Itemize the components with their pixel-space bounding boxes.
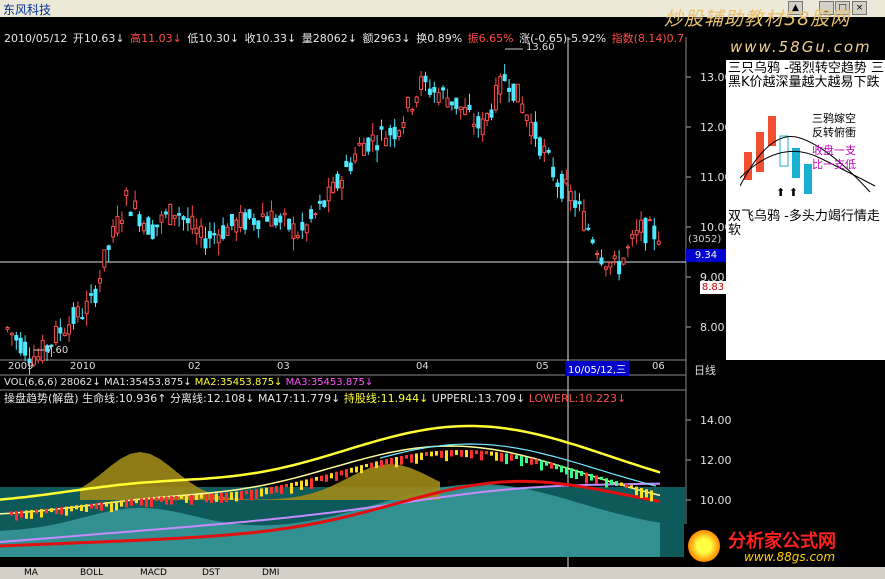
stat-volume: 量28062↓ <box>301 32 357 45</box>
crosshair-date-tag: 10/05/12,三 <box>565 361 630 376</box>
tab-macd[interactable]: MACD <box>140 567 167 579</box>
indicator-row: 操盘趋势(解盘) 生命线:10.936↑ 分离线:12.108↓ MA17:11… <box>4 390 626 406</box>
ind-hold-line: 持股线:11.944↓ <box>343 392 429 405</box>
tab-ma[interactable]: MA <box>24 567 38 579</box>
date-tick: 2010 <box>70 361 96 372</box>
sun-icon <box>688 530 720 562</box>
legend-b: 反转俯衝 <box>812 126 856 139</box>
stat-close: 收10.33↓ <box>244 32 297 45</box>
stat-index: 指数(8.14)0.7 <box>611 32 685 45</box>
logo-url: www.88gs.com <box>744 550 836 564</box>
crosshair-price-tag: 9.34 <box>686 249 726 262</box>
indicator-tabs: MA BOLL MACD DST DMI <box>0 567 885 579</box>
date-tick: 06 <box>652 361 665 372</box>
date-tick: 2009 <box>8 361 34 372</box>
close-button[interactable]: × <box>852 1 867 15</box>
date-tick: 05 <box>536 361 549 372</box>
stat-date: 2010/05/12 <box>4 32 68 45</box>
stat-turnover: 换0.89% <box>416 32 463 45</box>
vol-ma2: MA2:35453.875↓ <box>194 377 283 388</box>
vol-ma3: MA3:35453.875↓ <box>285 377 374 388</box>
svg-text:⬆ ⬆: ⬆ ⬆ <box>776 186 798 199</box>
ind-split-line: 分离线:12.108↓ <box>170 392 255 405</box>
price-axis-ticks <box>686 76 691 328</box>
legend-a: 三鸦嫁空 <box>812 112 856 125</box>
ind-life-line: 生命线:10.936↑ <box>82 392 167 405</box>
vol-ma1: MA1:35453.875↓ <box>103 377 192 388</box>
peak-label: 13.60 <box>526 42 555 53</box>
ind-name: 操盘趋势(解盘) <box>4 392 79 405</box>
price-tick: 8.00 <box>700 321 725 334</box>
stat-amplitude: 振6.65% <box>467 32 514 45</box>
tab-dst[interactable]: DST <box>202 567 220 579</box>
stat-low: 低10.30↓ <box>187 32 240 45</box>
ind-upperl: UPPERL:13.709↓ <box>431 392 526 405</box>
ohlc-stats: 2010/05/12 开10.63↓ 高11.03↓ 低10.30↓ 收10.3… <box>4 30 686 46</box>
site-logo: 分析家公式网 www.88gs.com <box>684 524 885 567</box>
ind-tick: 14.00 <box>700 414 732 427</box>
stock-code-tag: (3052) <box>688 234 722 245</box>
pattern-illustration: ⬆ ⬆ <box>740 116 876 199</box>
ind-tick: 10.00 <box>700 494 732 507</box>
trough-label: 7.60 <box>46 345 69 356</box>
stat-open: 开10.63↓ <box>72 32 125 45</box>
last-price-tag: 8.83 <box>700 281 726 294</box>
date-tick: 04 <box>416 361 429 372</box>
vol-value: 28062↓ <box>60 377 101 388</box>
pattern2-text: 双飞乌鸦 -多头力竭行情走软 <box>728 209 880 238</box>
ind-lowerl: LOWERL:10.223↓ <box>528 392 627 405</box>
tab-boll[interactable]: BOLL <box>80 567 103 579</box>
tab-dmi[interactable]: DMI <box>262 567 279 579</box>
stat-amount: 额2963↓ <box>362 32 411 45</box>
volume-row: VOL(6,6,6) 28062↓ MA1:35453.875↓ MA2:354… <box>4 377 373 388</box>
pattern-panel: 三只乌鸦 -强烈转空趋势 三黑K价越深量越大越易下跌 ⬆ ⬆ 三鸦嫁空 反转俯衝… <box>726 60 885 360</box>
stock-name: 东风科技 <box>3 3 52 17</box>
indicator-pane <box>0 424 686 557</box>
pattern1-text: 三只乌鸦 -强烈转空趋势 三黑K价越深量越大越易下跌 <box>728 61 884 90</box>
candlestick-series <box>5 64 661 375</box>
legend-d: 比一支低 <box>812 158 856 171</box>
stat-high: 高11.03↓ <box>130 32 182 45</box>
ind-ma17: MA17:11.779↓ <box>257 392 341 405</box>
indicator-axis-ticks <box>686 419 691 501</box>
watermark-title: 炒股辅助教材58股网 <box>664 8 851 30</box>
watermark-url: www.58Gu.com <box>730 38 872 56</box>
date-tick: 03 <box>277 361 290 372</box>
period-selector[interactable]: 日线 <box>694 362 716 378</box>
vol-name: VOL(6,6,6) <box>4 377 58 388</box>
ind-tick: 12.00 <box>700 454 732 467</box>
date-tick: 02 <box>188 361 201 372</box>
legend-c: 收盘一支 <box>812 144 856 157</box>
